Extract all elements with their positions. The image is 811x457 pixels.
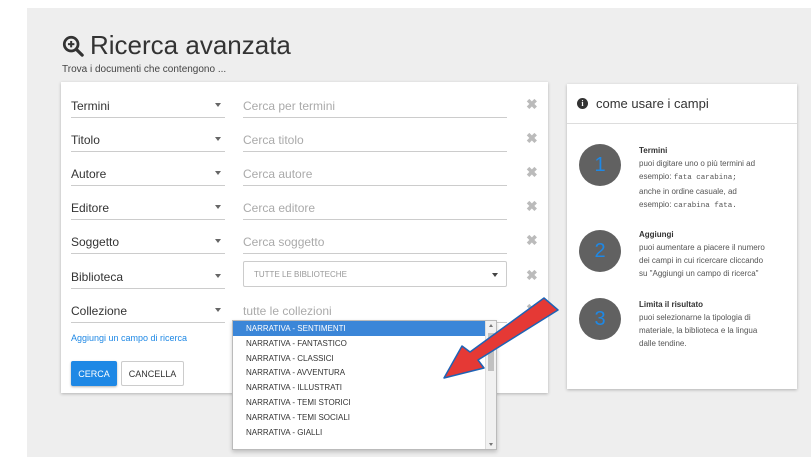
step-line: dalle tendine. [639,339,687,348]
step-line: puoi selezionarne la tipologia di [639,313,751,322]
caret-down-icon [492,273,498,277]
field-select-collezione[interactable]: Collezione [71,297,225,323]
step-heading: Termini [639,146,668,155]
step-text: Limita il risultato puoi selezionarne la… [639,298,789,350]
scroll-down-icon[interactable] [489,443,493,446]
field-select-label: Biblioteca [71,270,124,284]
step-heading: Limita il risultato [639,300,704,309]
field-select-autore[interactable]: Autore [71,160,225,186]
step-line: puoi digitare uno o più termini ad [639,159,756,168]
field-select-label: Collezione [71,304,128,318]
close-icon[interactable]: ✖ [526,198,538,215]
field-select-label: Editore [71,201,110,215]
field-select-label: Autore [71,167,107,181]
search-row: Titolo Cerca titolo ✖ [71,126,541,160]
step-number-badge: 2 [579,230,621,272]
step-line: esempio: fata carabina; [639,170,789,185]
red-arrow-annotation [443,297,559,379]
step-number-badge: 3 [579,298,621,340]
step-line: esempio: carabina fata. [639,198,789,213]
step-line: anche in ordine casuale, ad [639,187,737,196]
page-header: Ricerca avanzata [62,30,291,61]
search-input-autore[interactable]: Cerca autore [243,160,507,186]
field-select-soggetto[interactable]: Soggetto [71,228,225,254]
search-row: Autore Cerca autore ✖ [71,160,541,194]
close-icon[interactable]: ✖ [526,267,538,284]
zoom-in-icon [62,35,84,57]
search-row: Editore Cerca editore ✖ [71,194,541,228]
step-text: Termini puoi digitare uno o più termini … [639,144,789,213]
step-example-code: carabina fata. [673,202,737,210]
step-example-code: fata carabina; [673,174,737,182]
close-icon[interactable]: ✖ [526,232,538,249]
close-icon[interactable]: ✖ [526,96,538,113]
caret-down-icon [215,205,221,209]
library-select[interactable]: TUTTE LE BIBLIOTECHE [243,261,507,287]
step-line: dei campi in cui ricercare cliccando [639,256,764,265]
field-select-label: Titolo [71,133,100,147]
step-line: materiale, la biblioteca e la lingua [639,326,758,335]
field-select-titolo[interactable]: Titolo [71,126,225,152]
page-subtitle: Trova i documenti che contengono ... [62,64,227,75]
field-select-termini[interactable]: Termini [71,92,225,118]
step-line-prefix: esempio: [639,200,674,209]
page-title: Ricerca avanzata [90,30,291,60]
cancel-button[interactable]: CANCELLA [121,361,184,386]
dropdown-option[interactable]: NARRATIVA - TEMI STORICI [233,395,496,410]
add-search-field-link[interactable]: Aggiungi un campo di ricerca [71,333,187,343]
search-input-editore[interactable]: Cerca editore [243,194,507,220]
search-input-titolo[interactable]: Cerca titolo [243,126,507,152]
step-heading: Aggiungi [639,230,674,239]
caret-down-icon [215,171,221,175]
field-select-label: Soggetto [71,235,120,249]
dropdown-option[interactable]: NARRATIVA - GIALLI [233,425,496,440]
caret-down-icon [215,239,221,243]
search-input-soggetto[interactable]: Cerca soggetto [243,228,507,254]
search-input-termini[interactable]: Cerca per termini [243,92,507,118]
search-row: Biblioteca TUTTE LE BIBLIOTECHE ✖ [71,261,541,297]
step-line-prefix: esempio: [639,172,674,181]
library-select-value: TUTTE LE BIBLIOTECHE [254,270,347,279]
field-select-label: Termini [71,99,110,113]
step-text: Aggiungi puoi aumentare a piacere il num… [639,228,789,280]
step-line: puoi aumentare a piacere il numero [639,243,765,252]
search-row: Soggetto Cerca soggetto ✖ [71,228,541,262]
step-number-badge: 1 [579,144,621,186]
help-title: come usare i campi [596,96,709,111]
close-icon[interactable]: ✖ [526,164,538,181]
close-icon[interactable]: ✖ [526,130,538,147]
dropdown-option[interactable]: NARRATIVA - TEMI SOCIALI [233,410,496,425]
field-select-biblioteca[interactable]: Biblioteca [71,263,225,289]
help-header: i come usare i campi [567,84,797,124]
step-line: su "Aggiungi un campo di ricerca" [639,269,759,278]
caret-down-icon [215,274,221,278]
dropdown-option[interactable]: NARRATIVA - ILLUSTRATI [233,380,496,395]
info-icon: i [577,98,588,109]
search-row: Termini Cerca per termini ✖ [71,92,541,126]
help-card: i come usare i campi 1 Termini puoi digi… [567,84,797,389]
caret-down-icon [215,137,221,141]
field-select-editore[interactable]: Editore [71,194,225,220]
caret-down-icon [215,308,221,312]
search-button[interactable]: CERCA [71,361,117,386]
caret-down-icon [215,103,221,107]
